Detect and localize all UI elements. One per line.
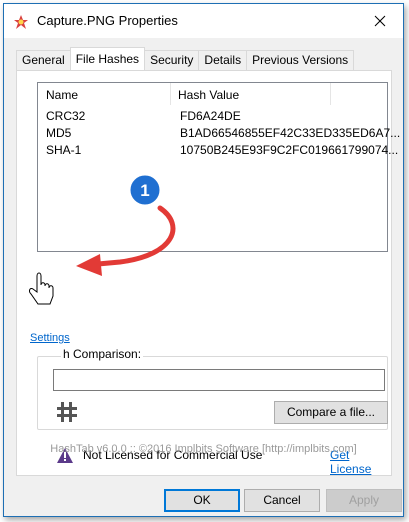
- list-item[interactable]: SHA-1 10750B245E93F9C2FC019661799074...: [38, 143, 398, 159]
- hash-comparison-input[interactable]: [53, 369, 385, 391]
- tab-panel: Name Hash Value CRC32 FD6A24DE MD5 B1AD6…: [16, 70, 400, 476]
- window-title: Capture.PNG Properties: [37, 13, 178, 28]
- hash-comparison-label: h Comparison:: [61, 347, 144, 361]
- tab-details[interactable]: Details: [198, 50, 248, 70]
- column-header-hash[interactable]: Hash Value: [178, 88, 239, 102]
- properties-window: Capture.PNG Properties General File Hash…: [3, 3, 404, 517]
- hash-value: 10750B245E93F9C2FC019661799074...: [180, 143, 399, 157]
- compare-file-button[interactable]: Compare a file...: [274, 401, 388, 424]
- close-icon: [374, 15, 386, 27]
- list-item[interactable]: MD5 B1AD66546855EF42C33ED335ED6A7...: [38, 126, 400, 142]
- tab-strip: General File Hashes Security Details Pre…: [16, 47, 355, 70]
- column-divider[interactable]: [170, 83, 171, 105]
- column-header-name[interactable]: Name: [46, 88, 78, 102]
- tab-file-hashes[interactable]: File Hashes: [69, 47, 146, 70]
- footer-credits: HashTab v6.0.0 :: ©2016 Implbits Softwar…: [50, 443, 357, 455]
- column-divider[interactable]: [330, 83, 331, 105]
- tab-general[interactable]: General: [16, 50, 71, 70]
- list-item[interactable]: CRC32 FD6A24DE: [38, 109, 387, 125]
- hash-list[interactable]: Name Hash Value CRC32 FD6A24DE MD5 B1AD6…: [37, 82, 400, 252]
- close-button[interactable]: [357, 4, 403, 38]
- hash-value: B1AD66546855EF42C33ED335ED6A7...: [180, 126, 401, 140]
- file-icon: [14, 15, 28, 29]
- settings-link[interactable]: Settings: [30, 332, 70, 344]
- hash-name: CRC32: [46, 109, 86, 123]
- hash-name: MD5: [46, 126, 72, 140]
- apply-button: Apply: [326, 489, 402, 512]
- hash-name: SHA-1: [46, 143, 82, 157]
- tab-previous-versions[interactable]: Previous Versions: [246, 50, 355, 70]
- hash-icon: [57, 402, 77, 422]
- list-header: Name Hash Value: [38, 83, 387, 105]
- tab-security[interactable]: Security: [144, 50, 200, 70]
- hash-value: FD6A24DE: [180, 109, 241, 123]
- ok-button[interactable]: OK: [164, 489, 240, 512]
- cancel-button[interactable]: Cancel: [244, 489, 320, 512]
- title-bar: Capture.PNG Properties: [4, 4, 403, 38]
